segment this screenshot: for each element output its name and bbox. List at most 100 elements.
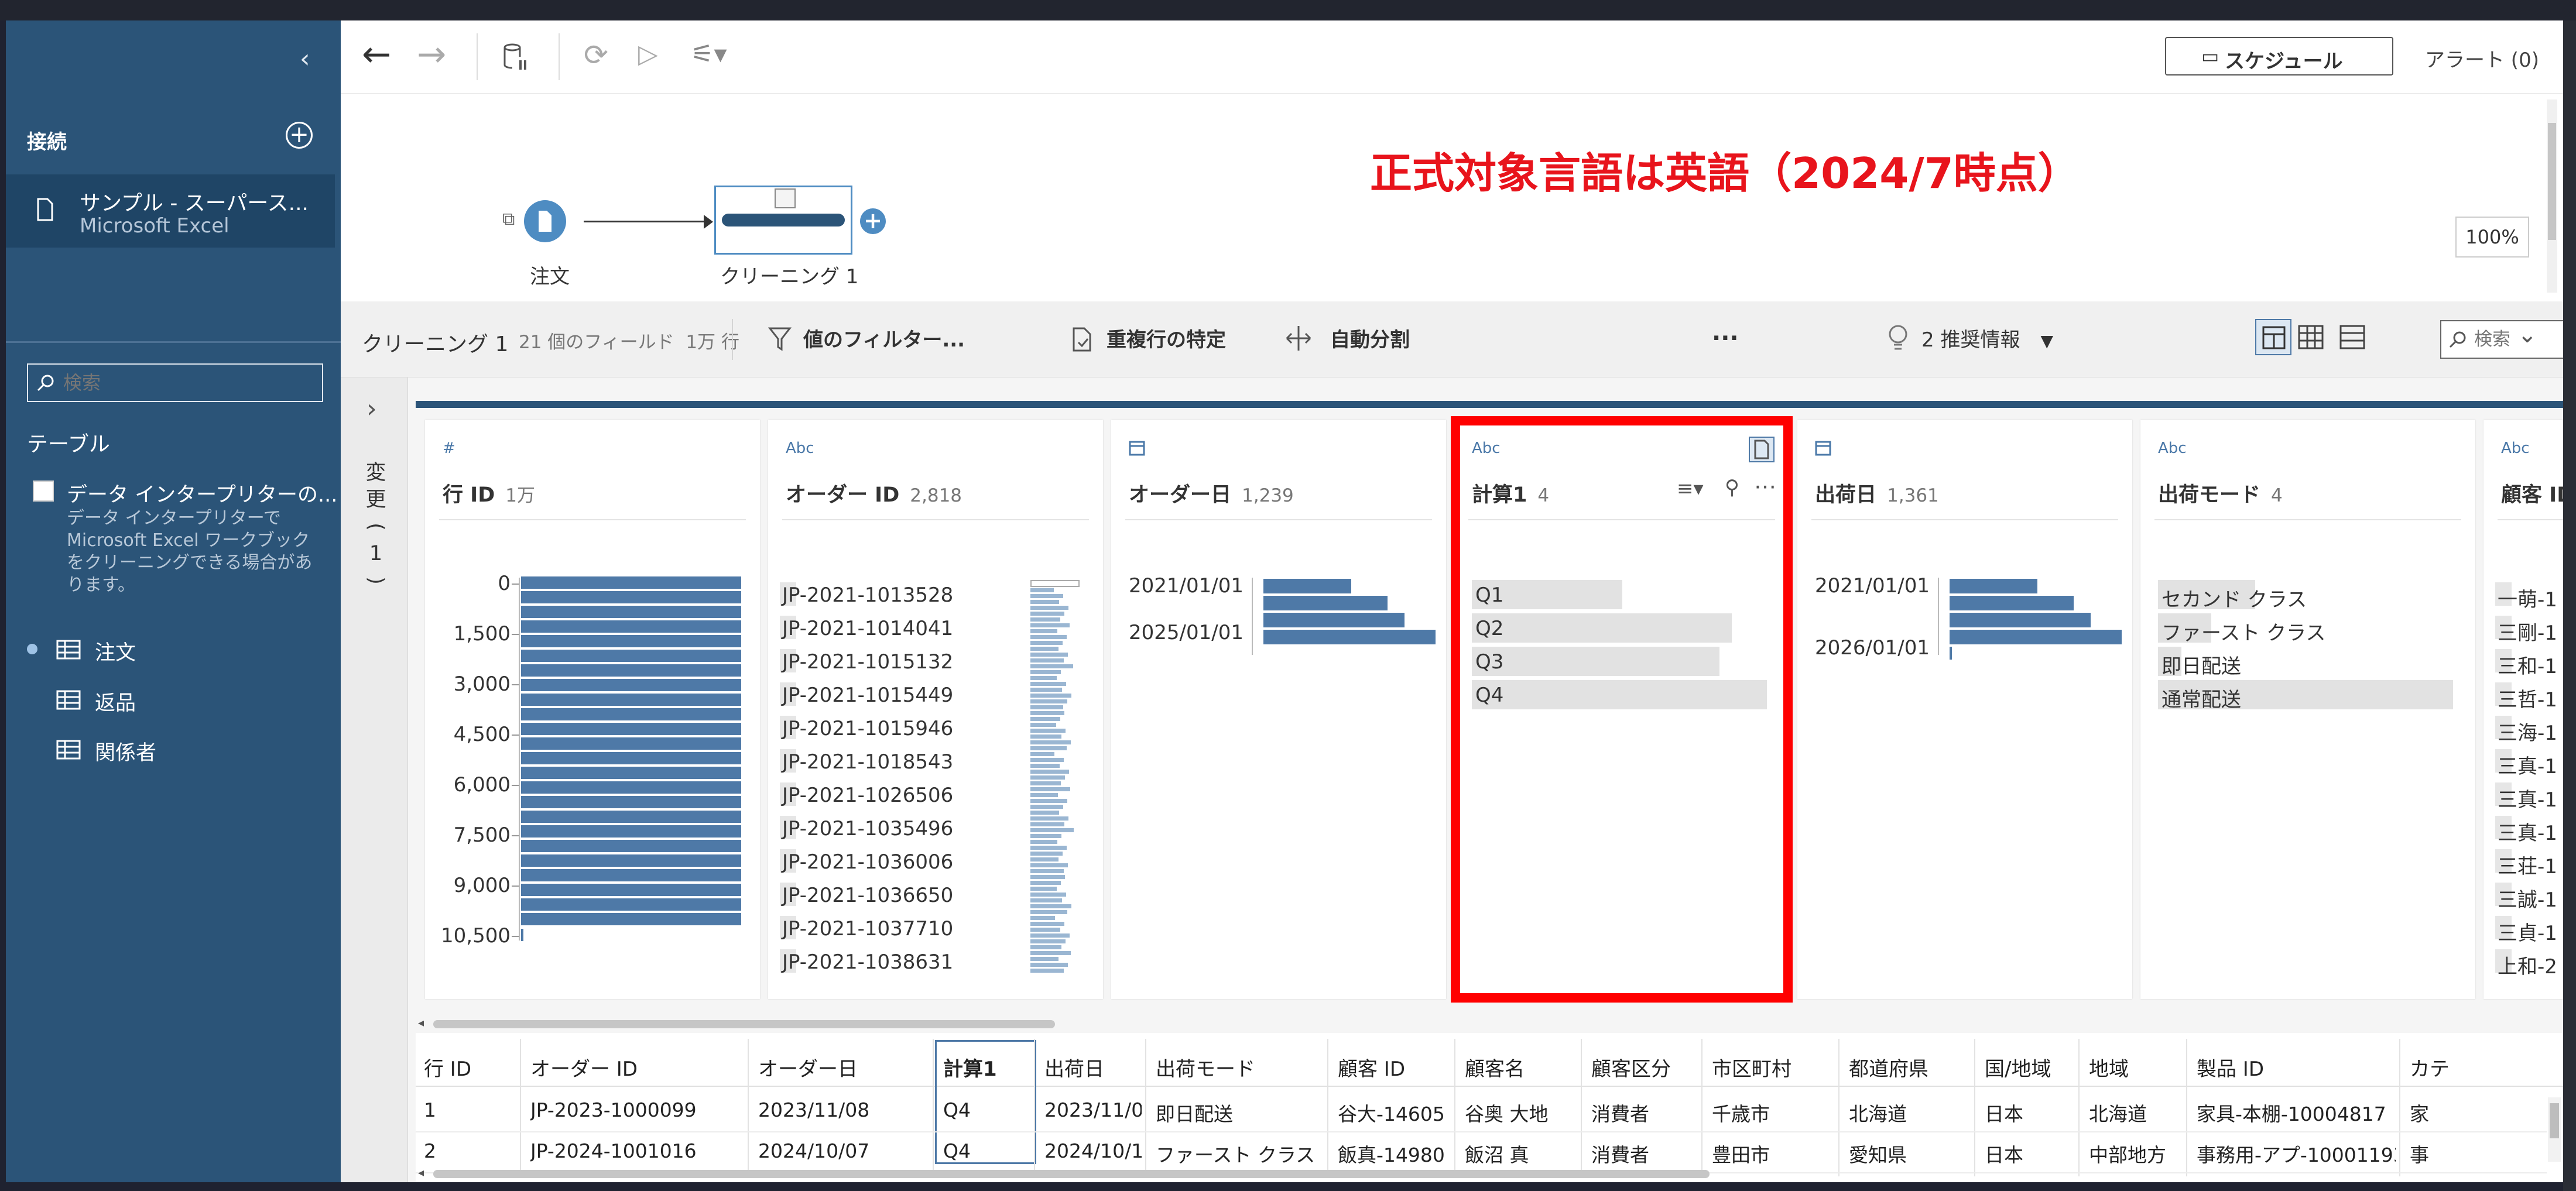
table-cell[interactable]: 日本	[1985, 1139, 2075, 1168]
value-label[interactable]: 三荘-1	[2498, 850, 2557, 879]
value-label[interactable]: JP-2021-1037710	[782, 917, 953, 941]
table-cell[interactable]: 1	[424, 1099, 516, 1121]
value-label[interactable]: JP-2021-1015946	[782, 717, 953, 740]
profile-card-calc1[interactable]: Abc 計算1 4 ≡▾ ⚲ ⋯ Q1 Q2 Q3 Q4	[1451, 416, 1793, 1003]
table-cell[interactable]: 千歳市	[1712, 1099, 1835, 1127]
histogram-bar[interactable]	[521, 840, 741, 852]
histogram-bar[interactable]	[521, 913, 741, 925]
histogram-bar[interactable]	[521, 694, 741, 706]
table-cell[interactable]: 日本	[1985, 1099, 2075, 1127]
value-label[interactable]: 三和-1	[2498, 650, 2557, 679]
value-label[interactable]: 三真-1	[2498, 784, 2557, 812]
profile-horizontal-scrollbar[interactable]: ◂	[416, 1015, 2563, 1031]
profile-search-field[interactable]	[2440, 320, 2563, 359]
table-cell[interactable]: 2023/11/08	[758, 1099, 929, 1121]
refresh-icon[interactable]: ⟳	[584, 38, 608, 72]
value-label[interactable]: JP-2021-1014041	[782, 617, 953, 640]
profile-card-order-id[interactable]: Abc オーダー ID 2,818 JP-2021-1013528 JP-2021-…	[768, 420, 1103, 999]
changes-pane[interactable]: › 変 更 ( 1 )	[341, 377, 408, 1182]
value-label[interactable]: JP-2021-1015132	[782, 650, 953, 674]
run-flow-icon[interactable]: ▷	[638, 39, 658, 69]
table-cell[interactable]: 北海道	[1849, 1099, 1971, 1127]
histogram-bar[interactable]	[521, 576, 741, 589]
histogram-bar[interactable]	[521, 796, 741, 808]
string-type-icon[interactable]: Abc	[2158, 440, 2187, 457]
table-search-input[interactable]	[63, 372, 309, 394]
table-cell[interactable]: 豊田市	[1712, 1139, 1835, 1168]
histogram-bar[interactable]	[521, 898, 741, 911]
value-label[interactable]: 三海-1	[2498, 717, 2557, 746]
value-label[interactable]: JP-2021-1018543	[782, 750, 953, 774]
back-icon[interactable]: ←	[362, 37, 391, 72]
profile-card-row-id[interactable]: # 行 ID 1万 0 1,500 3,000 4,500 6,000 7,500 9,000…	[425, 420, 760, 999]
value-label[interactable]: 即日配送	[2161, 650, 2241, 679]
histogram-bar[interactable]	[521, 752, 741, 764]
histogram-bar[interactable]	[521, 606, 741, 618]
histogram[interactable]: 0 1,500 3,000 4,500 6,000 7,500 9,000 10,500	[425, 572, 760, 948]
expand-changes-icon[interactable]: ›	[366, 394, 377, 424]
histogram-bar[interactable]	[521, 591, 741, 603]
histogram-bar[interactable]	[521, 650, 741, 662]
histogram-bar[interactable]	[521, 635, 741, 647]
more-actions-button[interactable]: ...	[1712, 319, 1739, 346]
grid-vertical-scrollbar[interactable]	[2548, 1097, 2561, 1162]
value-label[interactable]: 三貞-1	[2498, 917, 2557, 946]
auto-split-button[interactable]: 自動分割	[1286, 324, 1410, 352]
table-item-people[interactable]: 関係者	[27, 735, 320, 765]
schedule-button[interactable]: ▭ スケジュール	[2165, 37, 2393, 75]
value-bar[interactable]	[1472, 613, 1732, 643]
histogram-bar[interactable]	[1950, 579, 2037, 593]
value-bar[interactable]	[1472, 647, 1719, 676]
value-label[interactable]: JP-2021-1038631	[782, 950, 953, 974]
pause-updates-icon[interactable]	[503, 43, 529, 72]
grid-column-header[interactable]: 顧客 ID	[1338, 1053, 1453, 1082]
value-label[interactable]: JP-2021-1036650	[782, 884, 953, 907]
histogram-bar[interactable]	[1950, 647, 1952, 660]
input-step-edit-icon[interactable]: ⧉	[502, 209, 515, 229]
scrollbar-thumb[interactable]	[433, 1170, 1710, 1178]
value-label[interactable]: ファースト クラス	[2161, 617, 2325, 646]
table-cell[interactable]: 事	[2410, 1139, 2563, 1168]
grid-column-header[interactable]: 顧客名	[1465, 1053, 1580, 1082]
value-label[interactable]: 上和-2	[2498, 950, 2557, 979]
table-cell[interactable]: Q4	[943, 1099, 1030, 1121]
flow-options-icon[interactable]: ⚟▾	[691, 39, 727, 69]
grid-column-header[interactable]: 製品 ID	[2197, 1053, 2398, 1082]
alert-button[interactable]: アラート (0)	[2425, 44, 2539, 73]
collapse-toolbar-icon[interactable]: ⌄	[2517, 321, 2537, 348]
table-cell[interactable]: 2024/10/10	[1044, 1139, 1142, 1162]
table-cell[interactable]: 家	[2410, 1099, 2563, 1127]
recommendations-button[interactable]: 2 推奨情報 ▼	[1889, 324, 2053, 352]
histogram-bar[interactable]	[521, 679, 741, 691]
value-label[interactable]: 三真-1	[2498, 750, 2557, 779]
value-label[interactable]: 通常配送	[2161, 684, 2241, 712]
value-list[interactable]: JP-2021-1013528 JP-2021-1014041 JP-2021-10…	[768, 580, 1103, 981]
histogram-bar[interactable]	[521, 708, 741, 720]
input-step-node[interactable]	[524, 200, 566, 242]
scroll-left-icon[interactable]: ◂	[418, 1165, 424, 1179]
collapse-sidebar-icon[interactable]: ‹	[300, 44, 310, 74]
add-step-icon[interactable]: +	[860, 208, 886, 234]
value-label[interactable]: Q3	[1475, 650, 1503, 674]
histogram-bar[interactable]	[521, 869, 741, 881]
value-label[interactable]: JP-2021-1035496	[782, 817, 953, 840]
table-cell[interactable]: JP-2024-1001016	[530, 1139, 744, 1162]
scrollbar-thumb[interactable]	[433, 1020, 1055, 1028]
grid-column-header[interactable]: 地域	[2089, 1053, 2185, 1082]
profile-card-order-date[interactable]: オーダー日 1,239 2021/01/01 2025/01/01	[1111, 420, 1446, 999]
string-type-icon[interactable]: Abc	[786, 440, 814, 457]
value-label[interactable]: Q4	[1475, 684, 1503, 707]
table-cell[interactable]: ファースト クラス	[1156, 1139, 1324, 1168]
histogram-bar[interactable]	[521, 723, 741, 735]
grid-column-header[interactable]: 行 ID	[424, 1053, 519, 1082]
table-cell[interactable]: 飯沼 真	[1465, 1139, 1577, 1168]
zoom-level[interactable]: 100%	[2455, 217, 2529, 258]
histogram-bar[interactable]	[521, 620, 741, 633]
interpreter-label[interactable]: データ インタープリターの...	[67, 478, 337, 508]
histogram-bar[interactable]	[521, 781, 741, 794]
grid-column-header[interactable]: オーダー日	[758, 1053, 931, 1082]
table-cell[interactable]: 愛知県	[1849, 1139, 1971, 1168]
histogram-bar[interactable]	[521, 825, 741, 838]
grid-column-header[interactable]: 市区町村	[1712, 1053, 1837, 1082]
clean-step-node[interactable]	[714, 186, 852, 255]
